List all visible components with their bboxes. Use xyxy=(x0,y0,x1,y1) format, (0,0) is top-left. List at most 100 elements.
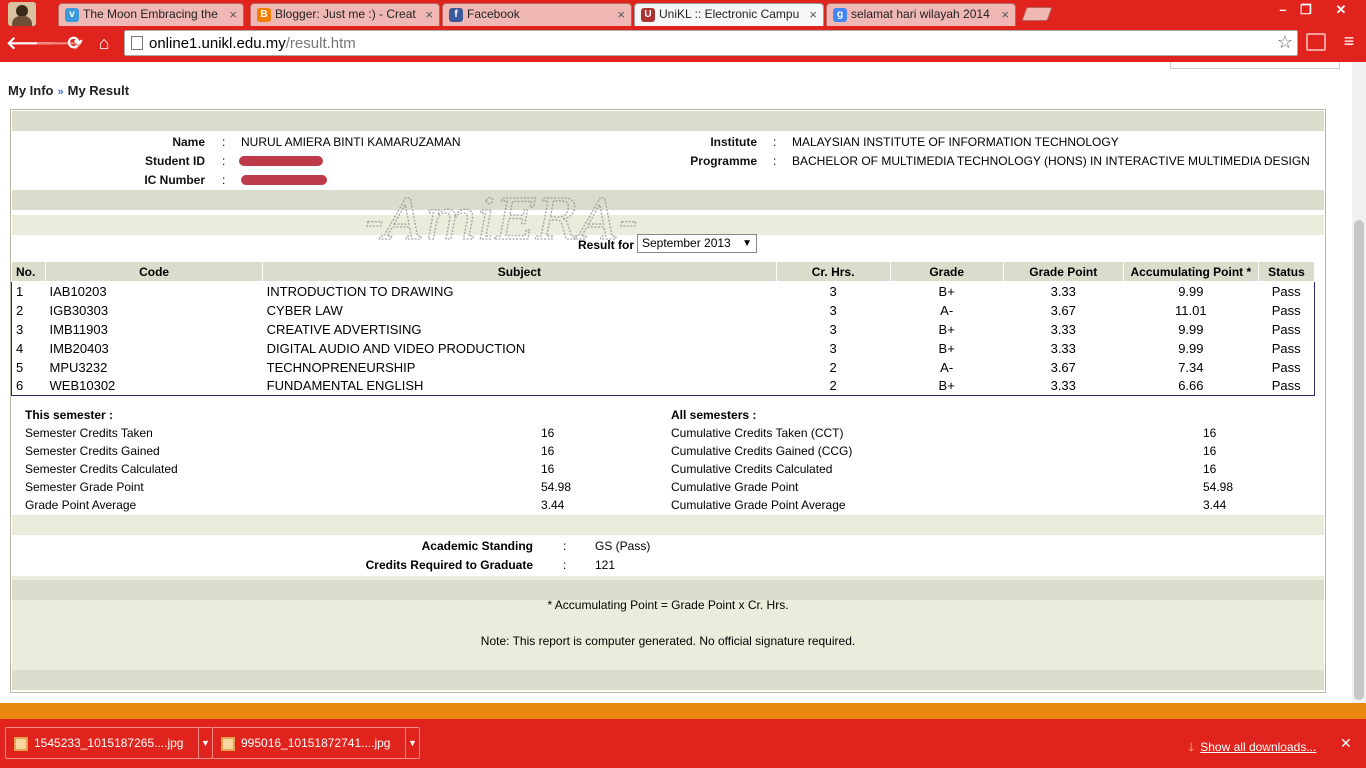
scrollbar-thumb[interactable] xyxy=(1354,220,1364,700)
semester-select[interactable]: September 2013 ▼ xyxy=(637,234,757,253)
cell-grade-point: 3.33 xyxy=(1050,283,1076,299)
tab-title: Facebook xyxy=(467,7,520,21)
home-icon[interactable]: ⌂ xyxy=(93,32,115,54)
show-all-label: Show all downloads... xyxy=(1200,740,1317,754)
vertical-scrollbar[interactable] xyxy=(1352,62,1366,703)
chevron-down-icon[interactable]: ▼ xyxy=(405,728,419,758)
cell-grade: B+ xyxy=(938,283,955,299)
table-row: 6 WEB10302 FUNDAMENTAL ENGLISH 2 B+ 3.33… xyxy=(12,377,1315,396)
download-item[interactable]: 995016_10151872741....jpg ▼ xyxy=(212,727,420,759)
tab-google[interactable]: g selamat hari wilayah 2014 × xyxy=(826,3,1016,26)
close-icon[interactable]: ✕ xyxy=(1340,735,1352,752)
new-tab-button[interactable] xyxy=(1021,7,1053,21)
cell-status: Pass xyxy=(1271,321,1301,337)
col-grade: Grade xyxy=(889,261,1004,282)
info-footer-band xyxy=(12,190,1324,210)
forward-icon[interactable]: 🡒 xyxy=(35,32,83,54)
breadcrumb-my-result: My Result xyxy=(67,83,130,98)
vimeo-icon: v xyxy=(65,8,79,22)
cell-grade-point: 3.33 xyxy=(1050,321,1076,337)
blogger-icon: B xyxy=(257,8,271,22)
show-all-downloads-link[interactable]: 🡓 Show all downloads... xyxy=(1188,738,1316,759)
cell-code: IGB30303 xyxy=(49,302,109,318)
notes-header-band xyxy=(12,580,1324,600)
formula-note: * Accumulating Point = Grade Point x Cr.… xyxy=(547,598,789,612)
back-icon[interactable]: 🡐 xyxy=(6,32,54,54)
tab-vimeo[interactable]: v The Moon Embracing the × xyxy=(58,3,244,26)
col-grade-point: Grade Point xyxy=(1002,261,1124,282)
cell-code: IMB11903 xyxy=(49,321,108,337)
cell-grade-point: 3.33 xyxy=(1050,378,1076,394)
tab-unikl[interactable]: U UniKL :: Electronic Campu × xyxy=(634,3,824,26)
summary-label: Cumulative Credits Gained (CCG) xyxy=(671,444,853,458)
cell-cr-hrs: 3 xyxy=(829,283,837,299)
cell-code: IAB10203 xyxy=(49,283,107,299)
cell-no: 6 xyxy=(16,378,24,394)
tab-blogger[interactable]: B Blogger: Just me :) - Creat × xyxy=(250,3,440,26)
all-semesters-summary: All semesters : Cumulative Credits Taken… xyxy=(671,408,1271,518)
all-semesters-heading: All semesters : xyxy=(671,408,757,422)
unikl-icon: U xyxy=(641,8,655,22)
cell-grade-point: 3.33 xyxy=(1050,340,1076,356)
cell-no: 2 xyxy=(16,302,24,318)
summary-label: Semester Credits Taken xyxy=(25,426,153,440)
this-semester-summary: This semester : Semester Credits Taken 1… xyxy=(25,408,625,518)
cell-code: WEB10302 xyxy=(49,378,116,394)
colon: : xyxy=(222,173,226,187)
table-row: 1 IAB10203 INTRODUCTION TO DRAWING 3 B+ … xyxy=(12,282,1315,301)
computer-generated-note: Note: This report is computer generated.… xyxy=(480,634,856,648)
result-header-band xyxy=(12,215,1324,235)
cell-accumulating-point: 9.99 xyxy=(1178,283,1204,299)
cell-accumulating-point: 6.66 xyxy=(1178,378,1204,394)
tab-close-icon[interactable]: × xyxy=(229,4,237,25)
tab-close-icon[interactable]: × xyxy=(1001,4,1009,25)
close-window-icon[interactable]: ✕ xyxy=(1330,2,1352,18)
facebook-icon: f xyxy=(449,8,463,22)
summary-label: Cumulative Grade Point Average xyxy=(671,498,846,512)
cell-status: Pass xyxy=(1271,378,1301,394)
download-filename: 995016_10151872741....jpg xyxy=(241,736,391,750)
cell-grade: B+ xyxy=(938,340,955,356)
name-label: Name xyxy=(172,135,205,149)
col-code: Code xyxy=(45,261,264,282)
summary-label: Cumulative Grade Point xyxy=(671,480,799,494)
extension-icon[interactable] xyxy=(1306,33,1326,51)
summary-label: Cumulative Credits Taken (CCT) xyxy=(671,426,844,440)
menu-icon[interactable]: ≡ xyxy=(1340,32,1358,51)
tab-close-icon[interactable]: × xyxy=(425,4,433,25)
chevron-down-icon[interactable]: ▼ xyxy=(198,728,212,758)
cell-grade-point: 3.67 xyxy=(1050,359,1076,375)
restore-icon[interactable]: ❐ xyxy=(1295,2,1317,18)
col-no: No. xyxy=(10,261,47,282)
table-row: 3 IMB11903 CREATIVE ADVERTISING 3 B+ 3.3… xyxy=(12,320,1315,339)
cell-no: 4 xyxy=(16,340,24,356)
breadcrumb-my-info[interactable]: My Info xyxy=(8,83,54,98)
semester-selected: September 2013 xyxy=(642,236,731,250)
programme-label: Programme xyxy=(690,154,757,168)
credits-required-label: Credits Required to Graduate xyxy=(365,558,533,572)
programme-value: BACHELOR OF MULTIMEDIA TECHNOLOGY (HONS)… xyxy=(792,154,1310,168)
result-for-label: Result for xyxy=(578,238,635,252)
url-host: online1.unikl.edu.my xyxy=(149,35,286,52)
breadcrumb: My Info» My Result xyxy=(8,83,129,98)
profile-avatar-icon[interactable] xyxy=(8,2,36,26)
minimize-icon[interactable]: – xyxy=(1272,2,1294,17)
bookmark-star-icon[interactable]: ☆ xyxy=(1277,32,1293,53)
address-bar[interactable]: online1.unikl.edu.my/result.htm ☆ xyxy=(124,30,1298,56)
col-subject: Subject xyxy=(262,261,777,282)
this-semester-heading: This semester : xyxy=(25,408,114,422)
tab-close-icon[interactable]: × xyxy=(617,4,625,25)
institute-label: Institute xyxy=(710,135,757,149)
cell-no: 1 xyxy=(16,283,24,299)
reload-icon[interactable]: ⟳ xyxy=(64,32,86,54)
cell-cr-hrs: 3 xyxy=(829,340,837,356)
tab-close-icon[interactable]: × xyxy=(809,4,817,25)
url-text[interactable]: online1.unikl.edu.my/result.htm xyxy=(149,35,356,52)
tab-strip: v The Moon Embracing the × B Blogger: Ju… xyxy=(0,0,1366,26)
cell-status: Pass xyxy=(1271,359,1301,375)
download-item[interactable]: 1545233_1015187265....jpg ▼ xyxy=(5,727,213,759)
tab-title: The Moon Embracing the xyxy=(83,7,218,21)
cell-cr-hrs: 2 xyxy=(829,359,837,375)
academic-standing-label: Academic Standing xyxy=(421,539,533,553)
tab-facebook[interactable]: f Facebook × xyxy=(442,3,632,26)
